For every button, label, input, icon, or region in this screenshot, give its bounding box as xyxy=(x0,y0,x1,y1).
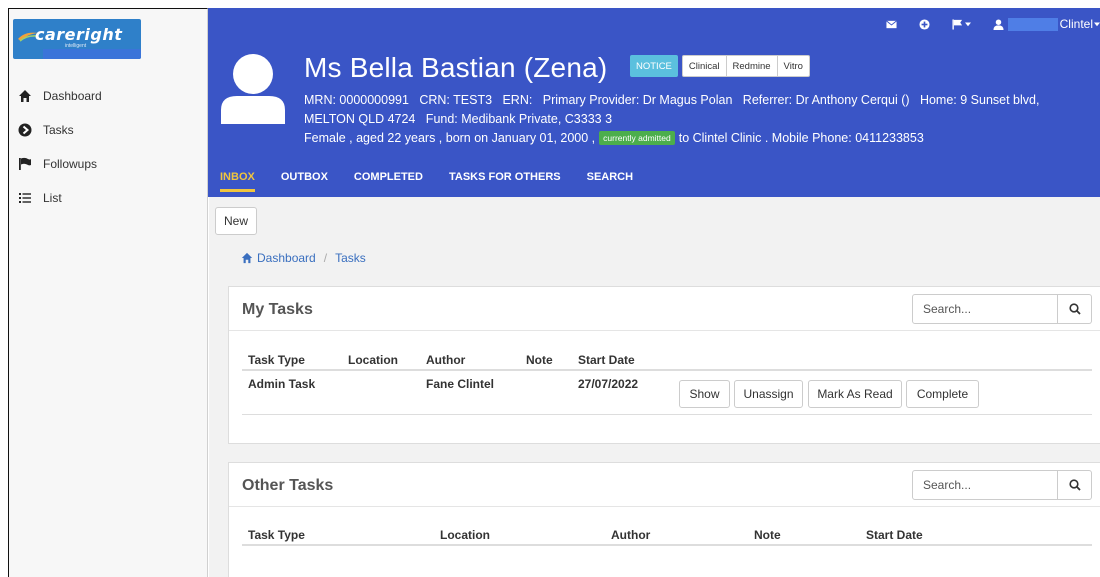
column-header: Task Type xyxy=(248,353,305,367)
sidebar-item-label: List xyxy=(43,191,62,205)
mark-as-read-button[interactable]: Mark As Read xyxy=(808,380,902,408)
tab-search[interactable]: SEARCH xyxy=(587,171,633,192)
sidebar-nav: Dashboard Tasks Followups List xyxy=(9,79,209,215)
my-tasks-panel: My Tasks Task Type Location Author Note … xyxy=(228,286,1100,444)
sidebar-item-label: Tasks xyxy=(43,123,74,137)
my-tasks-search xyxy=(912,294,1092,324)
patient-name: Ms Bella Bastian (Zena) xyxy=(304,52,608,83)
circle-arrow-icon xyxy=(13,123,37,137)
column-header: Note xyxy=(526,353,553,367)
logo-text: careright xyxy=(35,25,123,44)
patient-info-line-3: Female , aged 22 years , born on January… xyxy=(304,131,924,145)
patient-location-phone: to Clintel Clinic . Mobile Phone: 041123… xyxy=(678,131,924,145)
sidebar-item-tasks[interactable]: Tasks xyxy=(9,113,209,147)
search-input[interactable] xyxy=(912,294,1058,324)
screen-frame-left xyxy=(0,0,8,577)
author-cell: Fane Clintel xyxy=(426,377,495,391)
breadcrumb-current: Tasks xyxy=(335,251,366,265)
sidebar-item-label: Dashboard xyxy=(43,89,102,103)
breadcrumb-dashboard-link[interactable]: Dashboard xyxy=(257,251,316,265)
tab-completed[interactable]: COMPLETED xyxy=(354,171,423,192)
main-content: New Dashboard / Tasks My Tasks Task Type… xyxy=(209,197,1100,577)
column-header: Note xyxy=(754,528,781,542)
column-header: Author xyxy=(611,528,651,542)
search-icon xyxy=(1068,303,1081,315)
other-tasks-panel: Other Tasks Task Type Location Author No… xyxy=(228,462,1100,577)
table-header: Task Type Location Author Note Start Dat… xyxy=(242,349,1092,371)
notice-badge[interactable]: NOTICE xyxy=(630,55,678,77)
search-button[interactable] xyxy=(1058,294,1092,324)
add-button[interactable] xyxy=(919,18,930,30)
task-tabs: INBOX OUTBOX COMPLETED TASKS FOR OTHERS … xyxy=(220,171,659,192)
patient-demographics: Female , aged 22 years , born on January… xyxy=(304,131,596,145)
system-link-group: Clinical Redmine Vitro xyxy=(681,55,810,77)
search-button[interactable] xyxy=(1058,470,1092,500)
tab-outbox[interactable]: OUTBOX xyxy=(281,171,328,192)
patient-avatar-icon xyxy=(221,54,285,124)
patient-header: Clintel Ms Bella Bastian (Zena) NOTICE C… xyxy=(208,8,1100,197)
column-header: Author xyxy=(426,353,466,367)
task-type-cell: Admin Task xyxy=(248,377,316,391)
careright-logo[interactable]: careright intelligent xyxy=(13,19,141,59)
mail-button[interactable] xyxy=(885,19,897,30)
sidebar-item-list[interactable]: List xyxy=(9,181,209,215)
redaction-block xyxy=(43,49,141,59)
panel-header: Other Tasks xyxy=(229,463,1100,507)
flag-icon xyxy=(13,157,37,171)
column-header: Start Date xyxy=(578,353,635,367)
other-tasks-search xyxy=(912,470,1092,500)
sidebar: careright intelligent Dashboard Tasks Fo… xyxy=(8,8,208,577)
admitted-badge: currently admitted xyxy=(599,131,675,145)
table-header: Task Type Location Author Note Start Dat… xyxy=(242,524,1092,546)
list-icon xyxy=(13,191,37,205)
user-icon xyxy=(993,18,1004,30)
user-menu[interactable]: Clintel xyxy=(993,17,1100,31)
sidebar-item-label: Followups xyxy=(43,157,98,171)
clinical-button[interactable]: Clinical xyxy=(681,55,726,77)
plus-circle-icon xyxy=(919,18,930,30)
start-date-cell: 27/07/2022 xyxy=(578,377,639,391)
panel-title: Other Tasks xyxy=(242,477,334,494)
envelope-icon xyxy=(885,19,897,28)
search-input[interactable] xyxy=(912,470,1058,500)
caret-down-icon xyxy=(1094,22,1100,27)
patient-info-line-1: MRN: 0000000991 CRN: TEST3 ERN: Primary … xyxy=(304,93,1040,107)
unassign-button[interactable]: Unassign xyxy=(734,380,803,408)
panel-title: My Tasks xyxy=(242,301,313,318)
show-button[interactable]: Show xyxy=(679,380,730,408)
flag-icon xyxy=(952,18,962,30)
column-header: Start Date xyxy=(866,528,923,542)
user-name: Clintel xyxy=(1059,17,1093,31)
tab-tasks-for-others[interactable]: TASKS FOR OTHERS xyxy=(449,171,561,192)
redaction-block xyxy=(1007,17,1058,31)
home-icon xyxy=(241,252,253,264)
complete-button[interactable]: Complete xyxy=(906,380,979,408)
flag-dropdown-button[interactable] xyxy=(952,18,971,30)
new-task-button[interactable]: New xyxy=(215,207,257,235)
column-header: Task Type xyxy=(248,528,305,542)
sidebar-item-followups[interactable]: Followups xyxy=(9,147,209,181)
screen-frame-top xyxy=(0,0,1100,8)
table-row: Admin Task Fane Clintel 27/07/2022 Show … xyxy=(242,373,1092,415)
breadcrumb: Dashboard / Tasks xyxy=(241,251,366,265)
sidebar-item-dashboard[interactable]: Dashboard xyxy=(9,79,209,113)
column-header: Location xyxy=(440,528,490,542)
search-icon xyxy=(1068,479,1081,491)
vitro-button[interactable]: Vitro xyxy=(776,55,810,77)
patient-info-line-2: MELTON QLD 4724 Fund: Medibank Private, … xyxy=(304,112,613,126)
column-header: Location xyxy=(348,353,398,367)
panel-header: My Tasks xyxy=(229,287,1100,331)
caret-down-icon xyxy=(964,22,971,27)
home-icon xyxy=(13,89,37,103)
tab-inbox[interactable]: INBOX xyxy=(220,171,255,192)
top-toolbar: Clintel xyxy=(864,16,1100,32)
redmine-button[interactable]: Redmine xyxy=(725,55,777,77)
breadcrumb-separator: / xyxy=(323,251,328,265)
patient-tags: NOTICE Clinical Redmine Vitro xyxy=(630,55,810,77)
